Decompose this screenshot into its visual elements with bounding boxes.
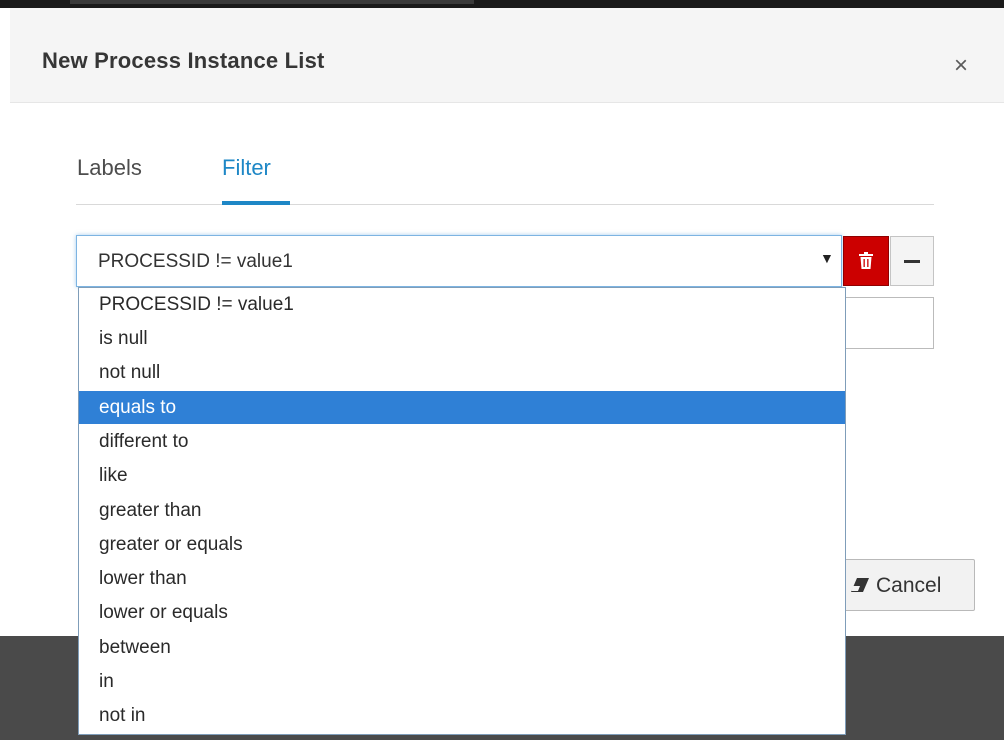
dropdown-option[interactable]: not in xyxy=(79,699,845,732)
dropdown-option[interactable]: different to xyxy=(79,425,845,458)
cancel-label: Cancel xyxy=(876,574,942,597)
dropdown-option[interactable]: not null xyxy=(79,356,845,389)
modal-header: New Process Instance List × xyxy=(10,8,1004,103)
tabs-divider xyxy=(76,204,934,205)
filter-condition-dropdown: PROCESSID != value1 is null not null equ… xyxy=(78,287,846,735)
minus-icon xyxy=(904,260,920,263)
tab-labels[interactable]: Labels xyxy=(77,155,142,181)
dropdown-option[interactable]: PROCESSID != value1 xyxy=(79,288,845,321)
active-tab-indicator xyxy=(222,201,290,205)
eraser-icon xyxy=(851,578,869,592)
close-button[interactable]: × xyxy=(954,54,968,78)
dropdown-option[interactable]: lower or equals xyxy=(79,596,845,629)
filter-condition-value: PROCESSID != value1 xyxy=(98,251,293,272)
dropdown-option[interactable]: greater or equals xyxy=(79,528,845,561)
filter-condition-select[interactable]: PROCESSID != value1 ▼ xyxy=(76,235,842,287)
filter-value-input[interactable] xyxy=(843,297,934,349)
modal-title: New Process Instance List xyxy=(42,48,325,73)
dropdown-option[interactable]: is null xyxy=(79,322,845,355)
dropdown-option[interactable]: lower than xyxy=(79,562,845,595)
trash-icon xyxy=(859,252,873,269)
dropdown-option[interactable]: greater than xyxy=(79,494,845,527)
dropdown-option-highlighted[interactable]: equals to xyxy=(79,391,845,424)
backdrop-top-strip xyxy=(0,0,1004,8)
dropdown-arrow-icon: ▼ xyxy=(820,250,834,266)
dropdown-option[interactable]: in xyxy=(79,665,845,698)
tab-filter[interactable]: Filter xyxy=(222,155,271,181)
dropdown-option[interactable]: like xyxy=(79,459,845,492)
remove-row-button[interactable] xyxy=(890,236,934,286)
backdrop-top-strip-highlight xyxy=(70,0,474,4)
delete-filter-button[interactable] xyxy=(843,236,889,286)
dropdown-option[interactable]: between xyxy=(79,631,845,664)
